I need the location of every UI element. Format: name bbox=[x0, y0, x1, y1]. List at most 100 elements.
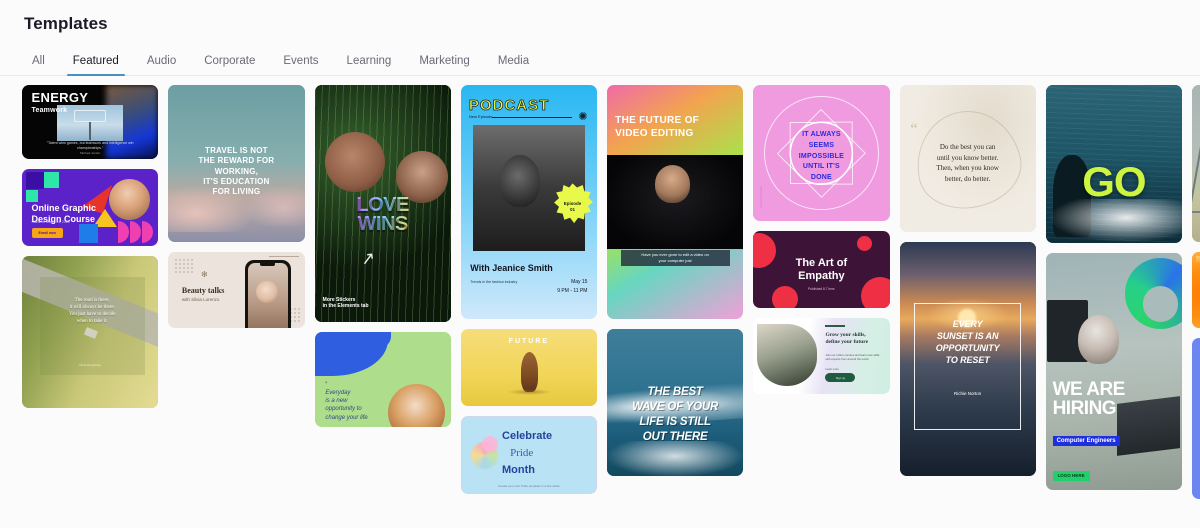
dobest-text: Do the best you can until you know bette… bbox=[936, 143, 999, 183]
energy-quote: "Talent wins games, but teamwork and int… bbox=[46, 140, 134, 150]
impossible-side-credit: Nelson Mandela bbox=[758, 185, 763, 208]
hoop-pole bbox=[89, 122, 91, 140]
video-editing-title: THE FUTURE OF VIDEO EDITING bbox=[615, 115, 700, 139]
beauty-portrait bbox=[256, 281, 279, 303]
tab-featured[interactable]: Featured bbox=[59, 55, 133, 76]
tab-all[interactable]: All bbox=[24, 55, 59, 76]
tab-media[interactable]: Media bbox=[484, 55, 543, 76]
everyday-text: Everyday is a new opportunity to change … bbox=[325, 390, 368, 421]
pride-footer: Create your own Pride template in a few … bbox=[498, 483, 560, 488]
energy-subtitle: Teamwork bbox=[31, 106, 68, 114]
template-card-sunset[interactable]: EVERY SUNSET IS AN OPPORTUNITY TO RESET … bbox=[899, 242, 1036, 477]
grow-label: Learn more bbox=[825, 367, 839, 371]
hiring-title: WE ARE HIRING bbox=[1052, 379, 1126, 419]
template-grid: ENERGY Teamwork "Talent wins games, but … bbox=[0, 85, 1200, 521]
bridge-arc bbox=[1192, 104, 1200, 214]
wave-foam-2 bbox=[607, 441, 744, 477]
tab-marketing[interactable]: Marketing bbox=[405, 55, 484, 76]
template-card-empathy[interactable]: The Art of Empathy Published 8.7 hers bbox=[753, 231, 890, 308]
template-card-impossible[interactable]: IT ALWAYS SEEMS IMPOSSIBLE UNTIL IT'S DO… bbox=[753, 85, 890, 222]
video-speaker bbox=[654, 164, 691, 203]
podcast-subtitle: Trends in the fashion industry bbox=[470, 279, 518, 284]
deco-ring-hole bbox=[1142, 286, 1178, 322]
course-cta-button[interactable]: Enroll now bbox=[31, 227, 63, 238]
template-card-video-editing[interactable]: THE FUTURE OF VIDEO EDITING Have you eve… bbox=[607, 85, 744, 320]
basketball-hoop-icon bbox=[73, 110, 107, 123]
empathy-title: The Art of Empathy bbox=[795, 257, 848, 283]
sparkle-icon: ✺ bbox=[578, 110, 588, 123]
everyday-portrait bbox=[388, 383, 446, 428]
go-foam bbox=[1045, 198, 1182, 244]
phone-screen bbox=[247, 263, 288, 328]
template-card-road-quote[interactable]: The road is there, it will always be the… bbox=[22, 255, 159, 409]
future-text: FUTURE bbox=[508, 337, 550, 345]
hiring-logo-placeholder: LOGO HERE bbox=[1052, 470, 1090, 481]
template-card-bridge-road[interactable]: The road is there, it will always be the… bbox=[1192, 85, 1200, 242]
template-card-podcast[interactable]: PODCAST New Episode ✺ Episode 01 With Je… bbox=[460, 85, 597, 320]
beauty-title: Beauty talks bbox=[181, 286, 225, 296]
love-word-2: WINS bbox=[357, 213, 409, 236]
deco-square-1 bbox=[26, 172, 44, 190]
deco-gradient-blob-2 bbox=[481, 435, 498, 452]
tab-learning[interactable]: Learning bbox=[333, 55, 406, 76]
phone-notch bbox=[260, 262, 276, 267]
hand-shadow bbox=[507, 388, 553, 395]
tab-events[interactable]: Events bbox=[269, 55, 332, 76]
love-note: More Stickers in the Elements tab bbox=[322, 296, 369, 310]
phone-mockup bbox=[244, 260, 291, 328]
tab-audio[interactable]: Audio bbox=[133, 55, 190, 76]
beauty-subtitle: with Silvia Lorenzo bbox=[181, 297, 220, 303]
deco-rule bbox=[825, 325, 845, 327]
template-card-hello-english[interactable]: △ ⚙ • • • Hello and welcome to my Englis… bbox=[1192, 337, 1200, 499]
podcast-time: 9 PM - 11 PM bbox=[557, 287, 588, 294]
science-subtitle: The podcast bbox=[1192, 293, 1200, 297]
hiring-person bbox=[1078, 314, 1120, 364]
video-caption: Have you ever gone to edit a video on yo… bbox=[620, 250, 730, 267]
grow-body: Join our online courses and learn new sk… bbox=[825, 352, 880, 361]
sunset-text: EVERY SUNSET IS AN OPPORTUNITY TO RESET bbox=[935, 319, 1000, 365]
template-card-energy[interactable]: ENERGY Teamwork "Talent wins games, but … bbox=[22, 85, 159, 160]
template-card-science-matters[interactable]: Science Matters The podcast bbox=[1192, 251, 1200, 328]
pride-line-2: Pride bbox=[510, 447, 534, 460]
pride-line-3: Month bbox=[502, 463, 535, 476]
sparkle-icon: ✻ bbox=[200, 269, 208, 279]
template-card-do-best[interactable]: “ Do the best you can until you know bet… bbox=[899, 85, 1036, 233]
road-quote-text: The road is there, it will always be the… bbox=[68, 297, 116, 325]
hello-school: Lakeview School bbox=[1192, 439, 1200, 443]
deco-blue-square bbox=[79, 224, 99, 243]
template-card-hiring[interactable]: WE ARE HIRING Computer Engineers LOGO HE… bbox=[1045, 253, 1182, 491]
template-card-best-wave[interactable]: THE BEST WAVE OF YOUR LIFE IS STILL OUT … bbox=[607, 329, 744, 477]
love-wins-wordmark: LOVE WINS bbox=[323, 195, 443, 236]
tab-corporate[interactable]: Corporate bbox=[190, 55, 269, 76]
energy-title: ENERGY bbox=[31, 89, 89, 105]
grow-photo bbox=[757, 323, 818, 387]
hiring-role-badge: Computer Engineers bbox=[1052, 435, 1120, 446]
template-card-everyday[interactable]: “ Everyday is a new opportunity to chang… bbox=[314, 332, 451, 428]
quote-mark: “ bbox=[910, 120, 918, 138]
pride-line-1: Celebrate bbox=[502, 429, 553, 442]
page-header: Templates bbox=[0, 0, 1200, 34]
podcast-schedule: May 15 9 PM - 11 PM bbox=[557, 278, 587, 295]
template-card-love-wins[interactable]: LOVE WINS ↗ More Stickers in the Element… bbox=[314, 85, 451, 323]
grow-title: Grow your skills, define your future bbox=[825, 332, 869, 346]
template-card-travel[interactable]: TRAVEL IS NOT THE REWARD FOR WORKING, IT… bbox=[168, 85, 305, 242]
template-card-grow-skills[interactable]: Grow your skills, define your future Joi… bbox=[753, 317, 890, 394]
template-card-future-hand[interactable]: FUTURE bbox=[460, 329, 597, 406]
deco-rule bbox=[269, 256, 300, 258]
deco-dot-grid-1 bbox=[173, 257, 196, 275]
template-card-go[interactable]: GO bbox=[1045, 85, 1182, 244]
deco-square-2 bbox=[43, 172, 59, 188]
podcast-host: With Jeanice Smith bbox=[470, 263, 553, 274]
travel-text: TRAVEL IS NOT THE REWARD FOR WORKING, IT… bbox=[198, 146, 275, 197]
road-quote-author: Chris Humphrey bbox=[79, 362, 101, 367]
grow-button-label: Sign up bbox=[835, 375, 846, 380]
page-title: Templates bbox=[24, 14, 108, 33]
best-wave-text: THE BEST WAVE OF YOUR LIFE IS STILL OUT … bbox=[632, 386, 719, 444]
template-card-online-course[interactable]: Online Graphic Design Course Starts on M… bbox=[22, 169, 159, 246]
arrow-up-icon: ↗ bbox=[359, 247, 377, 269]
template-card-pride[interactable]: Celebrate Pride Month Create your own Pr… bbox=[460, 415, 597, 494]
podcast-guest-portrait bbox=[499, 155, 541, 207]
template-card-beauty-talks[interactable]: ✻ Beauty talks with Silvia Lorenzo bbox=[168, 251, 305, 328]
category-tabs: All Featured Audio Corporate Events Lear… bbox=[0, 48, 1200, 76]
course-portrait bbox=[109, 179, 151, 221]
